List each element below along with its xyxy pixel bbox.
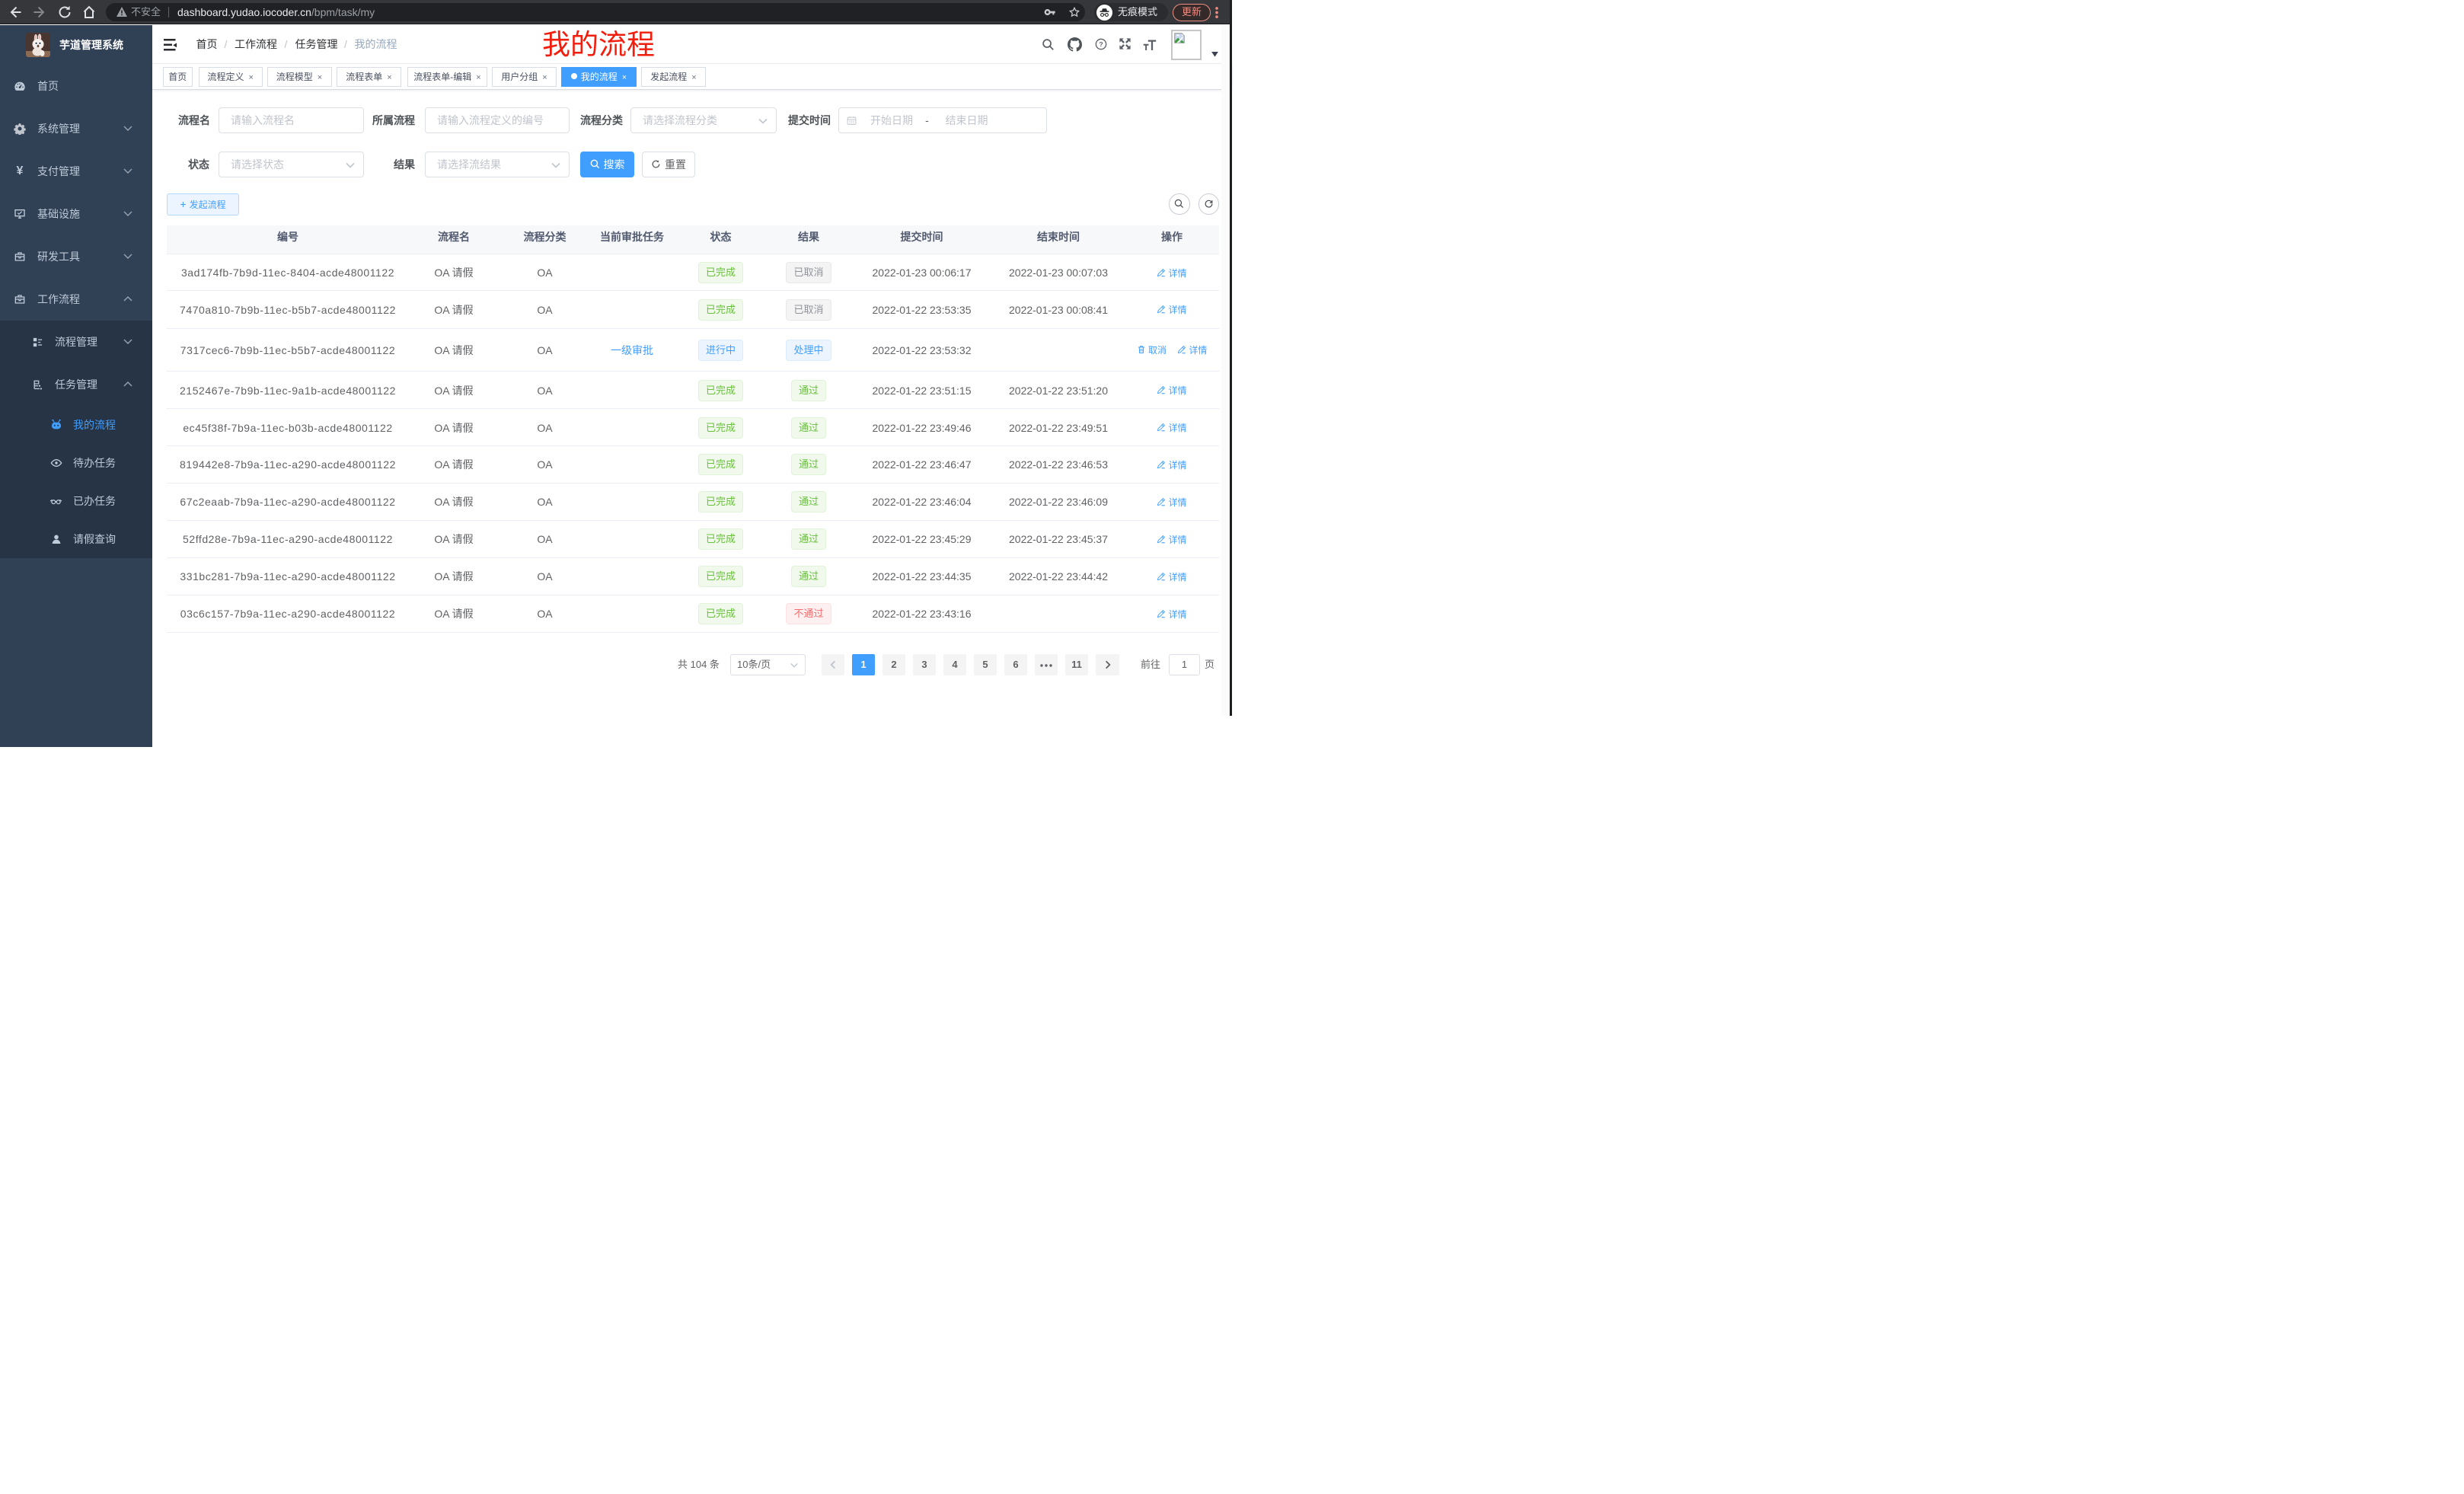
svg-text:?: ? (1099, 40, 1103, 48)
